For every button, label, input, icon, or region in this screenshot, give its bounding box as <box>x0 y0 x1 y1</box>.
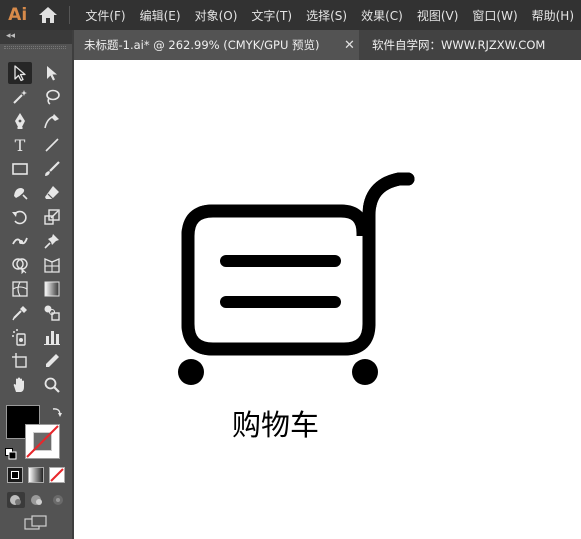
tools-panel-header: ◂◂ <box>0 30 74 44</box>
mesh-tool-icon[interactable] <box>8 278 32 300</box>
eraser-tool-icon[interactable] <box>40 182 64 204</box>
direct-selection-tool-icon[interactable] <box>40 62 64 84</box>
blend-tool-icon[interactable] <box>40 302 64 324</box>
scale-tool-icon[interactable] <box>40 206 64 228</box>
document-tab-bar: 未标题-1.ai* @ 262.99% (CMYK/GPU 预览) ✕ 软件自学… <box>74 30 581 60</box>
menu-divider <box>69 6 71 24</box>
home-icon[interactable] <box>35 0 61 30</box>
line-segment-tool-icon[interactable] <box>40 134 64 156</box>
cart-wheel-left <box>178 359 204 385</box>
selection-tool-icon[interactable] <box>8 62 32 84</box>
symbol-sprayer-tool-icon[interactable] <box>8 326 32 348</box>
color-icon <box>11 471 19 479</box>
cart-wheel-right <box>352 359 378 385</box>
none-icon <box>50 468 64 482</box>
puppet-warp-tool-icon[interactable] <box>8 230 32 252</box>
collapse-icon[interactable]: ◂◂ <box>6 31 15 41</box>
menu-edit[interactable]: 编辑(E) <box>133 7 188 24</box>
column-graph-tool-icon[interactable] <box>40 326 64 348</box>
color-mode-button[interactable] <box>7 467 23 483</box>
shape-builder-tool-icon[interactable] <box>8 254 32 276</box>
pen-tool-icon[interactable] <box>8 110 32 132</box>
menu-view[interactable]: 视图(V) <box>410 7 466 24</box>
default-fill-stroke-icon[interactable] <box>5 445 17 460</box>
gradient-tool-icon[interactable] <box>40 278 64 300</box>
magic-wand-tool-icon[interactable] <box>8 86 32 108</box>
tab-site-label: 软件自学网：WWW.RJZXW.COM <box>372 38 546 52</box>
artboard-tool-icon[interactable] <box>8 350 32 372</box>
cart-label: 购物车 <box>232 408 320 442</box>
stroke-swatch[interactable] <box>25 424 60 459</box>
paintbrush-tool-icon[interactable] <box>40 158 64 180</box>
gradient-mode-button[interactable] <box>28 467 44 483</box>
panel-grip[interactable] <box>4 46 66 49</box>
curvature-tool-icon[interactable] <box>40 110 64 132</box>
perspective-grid-tool-icon[interactable] <box>40 254 64 276</box>
menu-bar: Ai 文件(F) 编辑(E) 对象(O) 文字(T) 选择(S) 效果(C) 视… <box>0 0 581 30</box>
draw-inside-icon[interactable] <box>49 492 67 508</box>
hand-tool-icon[interactable] <box>8 374 32 396</box>
draw-behind-icon[interactable] <box>28 492 46 508</box>
basket-mask <box>182 207 378 353</box>
zoom-tool-icon[interactable] <box>40 374 64 396</box>
shaper-tool-icon[interactable] <box>8 182 32 204</box>
slice-tool-icon[interactable] <box>40 350 64 372</box>
none-slash-icon <box>26 425 59 458</box>
none-mode-button[interactable] <box>49 467 65 483</box>
close-icon[interactable]: ✕ <box>344 38 355 53</box>
tab-site[interactable]: 软件自学网：WWW.RJZXW.COM <box>364 30 545 60</box>
menu-type[interactable]: 文字(T) <box>244 7 299 24</box>
menu-window[interactable]: 窗口(W) <box>465 7 524 24</box>
swap-fill-stroke-icon[interactable] <box>50 404 64 418</box>
menu-help[interactable]: 帮助(H) <box>525 7 581 24</box>
tools-panel: ◂◂ T <box>0 30 74 539</box>
rotate-tool-icon[interactable] <box>8 206 32 228</box>
menu-select[interactable]: 选择(S) <box>299 7 354 24</box>
tab-document-label: 未标题-1.ai* @ 262.99% (CMYK/GPU 预览) <box>84 38 320 52</box>
menu-object[interactable]: 对象(O) <box>188 7 245 24</box>
menu-file[interactable]: 文件(F) <box>78 7 132 24</box>
lasso-tool-icon[interactable] <box>40 86 64 108</box>
eyedropper-tool-icon[interactable] <box>8 302 32 324</box>
screen-mode-icon[interactable] <box>24 515 48 531</box>
menu-effect[interactable]: 效果(C) <box>354 7 410 24</box>
shopping-cart-icon[interactable] <box>74 60 581 539</box>
artboard-canvas[interactable]: 购物车 <box>74 60 581 539</box>
draw-normal-icon[interactable] <box>7 492 25 508</box>
pin-tool-icon[interactable] <box>40 230 64 252</box>
illustrator-window: Ai 文件(F) 编辑(E) 对象(O) 文字(T) 选择(S) 效果(C) 视… <box>0 0 581 539</box>
cart-handle-bar <box>362 172 415 331</box>
tab-document[interactable]: 未标题-1.ai* @ 262.99% (CMYK/GPU 预览) <box>74 30 359 60</box>
rectangle-tool-icon[interactable] <box>8 158 32 180</box>
app-logo: Ai <box>8 5 28 25</box>
type-tool-icon[interactable]: T <box>8 134 32 156</box>
